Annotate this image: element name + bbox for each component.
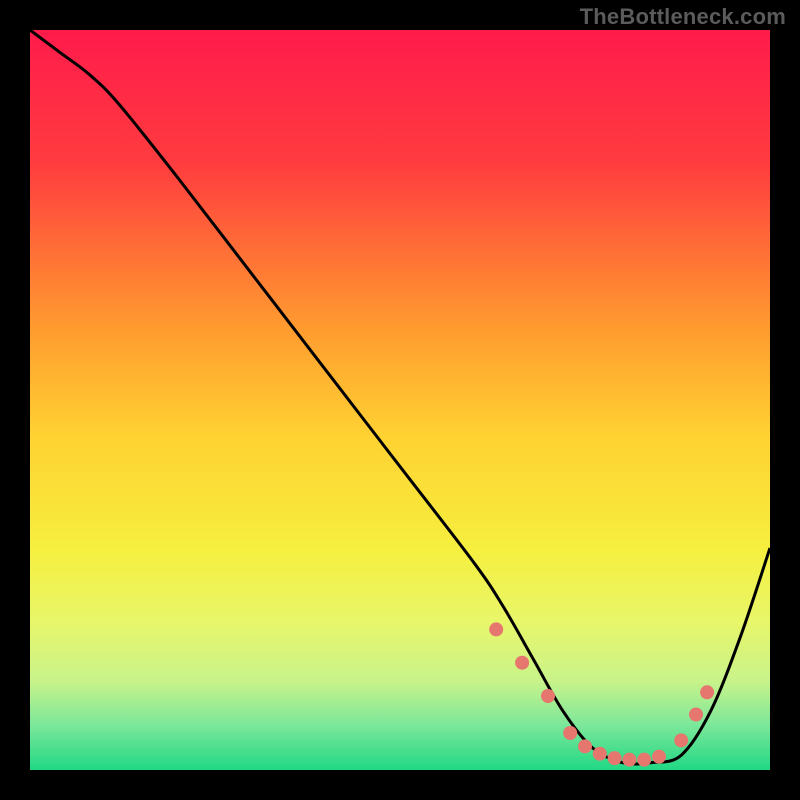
highlight-point — [622, 753, 636, 767]
highlight-point — [637, 753, 651, 767]
highlight-point — [563, 726, 577, 740]
plot-area — [30, 30, 770, 770]
highlight-point — [652, 750, 666, 764]
gradient-background — [30, 30, 770, 770]
highlight-point — [608, 751, 622, 765]
highlight-point — [578, 739, 592, 753]
chart-frame: TheBottleneck.com — [0, 0, 800, 800]
highlight-point — [489, 622, 503, 636]
watermark-text: TheBottleneck.com — [580, 4, 786, 30]
highlight-point — [515, 656, 529, 670]
highlight-point — [674, 733, 688, 747]
highlight-point — [689, 708, 703, 722]
highlight-point — [541, 689, 555, 703]
highlight-point — [593, 747, 607, 761]
highlight-point — [700, 685, 714, 699]
chart-svg — [30, 30, 770, 770]
